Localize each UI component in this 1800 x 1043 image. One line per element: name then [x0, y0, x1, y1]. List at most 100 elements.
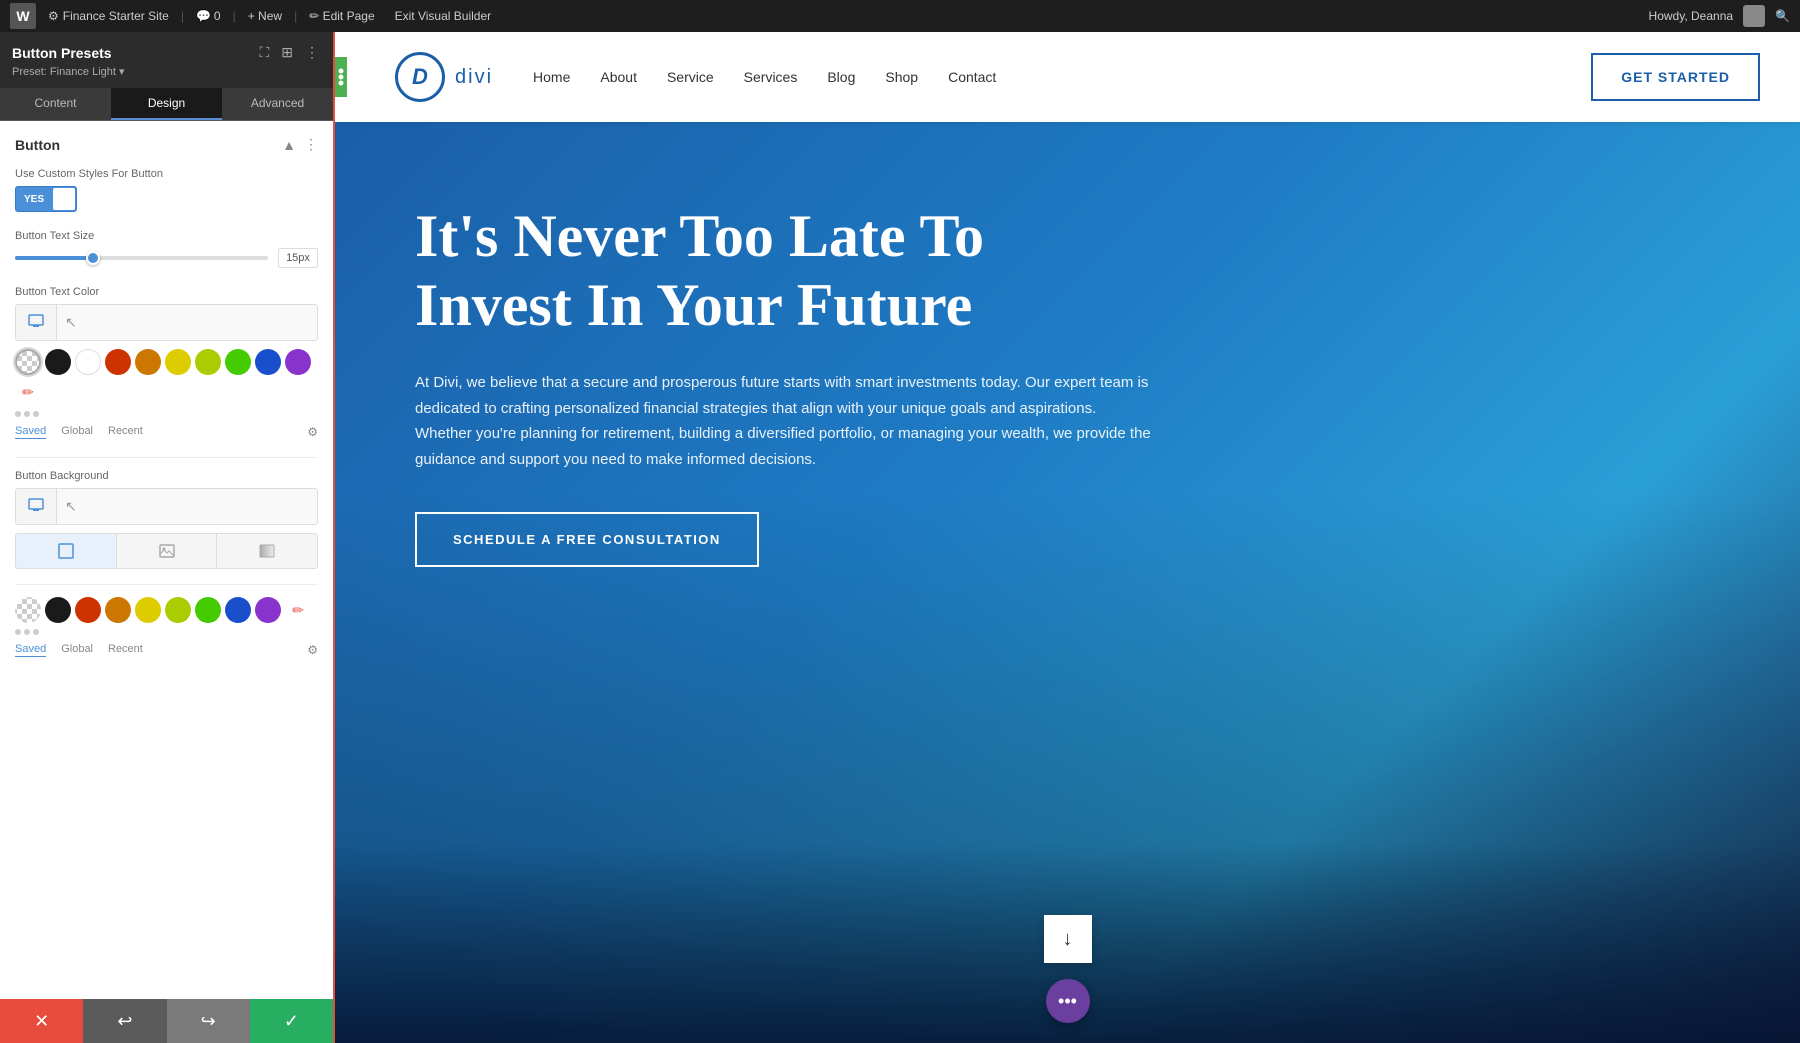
swatch-yellow1[interactable] [165, 349, 191, 375]
color-input-area[interactable]: ↖ [57, 305, 317, 340]
swatch-green[interactable] [225, 349, 251, 375]
nav-service[interactable]: Service [667, 69, 714, 85]
swatch-custom-pencil[interactable]: ✏ [15, 379, 41, 405]
bg-device-icon[interactable] [16, 489, 57, 524]
panel-header-icons: ⛶ ⊞ ⋮ [257, 42, 321, 63]
panel-grid-icon[interactable]: ⊞ [279, 42, 295, 63]
swatch2-red[interactable] [75, 597, 101, 623]
bg-input-area[interactable]: ↖ [57, 489, 317, 524]
swatch-purple[interactable] [285, 349, 311, 375]
bg-image-icon[interactable] [117, 534, 218, 568]
button-text-size-label: Button Text Size [15, 230, 318, 242]
nav-contact[interactable]: Contact [948, 69, 996, 85]
panel-menu-icon[interactable]: ⋮ [303, 42, 321, 63]
search-icon[interactable]: 🔍 [1775, 9, 1790, 23]
second-color-area: ✏ Saved Global Recent ⚙ [15, 597, 318, 657]
divider [15, 457, 318, 458]
color-tab-global[interactable]: Global [61, 425, 93, 439]
hero-cta-button[interactable]: SCHEDULE A FREE CONSULTATION [415, 512, 759, 567]
color-tab-saved[interactable]: Saved [15, 425, 46, 439]
swatch-red[interactable] [105, 349, 131, 375]
tab-design[interactable]: Design [111, 88, 222, 120]
nav-home[interactable]: Home [533, 69, 570, 85]
panel-subtitle[interactable]: Preset: Finance Light ▾ [12, 65, 321, 78]
cancel-button[interactable]: ✕ [0, 999, 83, 1043]
logo-letter: D [412, 64, 428, 90]
redo-button[interactable]: ↪ [167, 999, 250, 1043]
admin-site-link[interactable]: ⚙ Finance Starter Site [48, 9, 169, 23]
swatch2-transparent[interactable] [15, 597, 41, 623]
swatch-blue[interactable] [255, 349, 281, 375]
color-preview-row: ↖ [15, 304, 318, 341]
color-settings-icon[interactable]: ⚙ [307, 425, 318, 439]
site-nav-links: Home About Service Services Blog Shop Co… [533, 69, 1591, 85]
section-collapse-icon[interactable]: ▲ [282, 137, 296, 153]
color-dots [15, 411, 318, 417]
color-tab-global-bottom[interactable]: Global [61, 643, 93, 657]
hero-content: It's Never Too Late To Invest In Your Fu… [335, 122, 1235, 627]
nav-about[interactable]: About [600, 69, 637, 85]
user-avatar [1743, 5, 1765, 27]
panel-tabs: Content Design Advanced [0, 88, 333, 121]
swatch2-yellow1[interactable] [135, 597, 161, 623]
swatch2-purple[interactable] [255, 597, 281, 623]
text-size-slider-track[interactable] [15, 256, 268, 260]
undo-button[interactable]: ↩ [83, 999, 166, 1043]
new-post-link[interactable]: + New [248, 9, 282, 23]
button-text-color-section: Button Text Color ↖ [15, 286, 318, 439]
nav-cta-button[interactable]: GET STARTED [1591, 53, 1760, 101]
custom-styles-toggle[interactable]: YES [15, 186, 77, 212]
nav-services[interactable]: Services [744, 69, 798, 85]
nav-blog[interactable]: Blog [827, 69, 855, 85]
wp-logo-icon[interactable]: W [10, 3, 36, 29]
color-tabs-row-bottom: Saved Global Recent ⚙ [15, 643, 318, 657]
swatch2-yellow2[interactable] [165, 597, 191, 623]
section-more-icon[interactable]: ⋮ [304, 136, 318, 153]
tab-advanced[interactable]: Advanced [222, 88, 333, 120]
hero-section: It's Never Too Late To Invest In Your Fu… [335, 122, 1800, 1043]
panel-footer: ✕ ↩ ↪ ✓ [0, 999, 333, 1043]
swatch2-orange[interactable] [105, 597, 131, 623]
nav-shop[interactable]: Shop [885, 69, 918, 85]
swatch2-black[interactable] [45, 597, 71, 623]
color-tab-recent-bottom[interactable]: Recent [108, 643, 143, 657]
tab-content[interactable]: Content [0, 88, 111, 120]
color-tab-saved-bottom[interactable]: Saved [15, 643, 46, 657]
swatch-white[interactable] [75, 349, 101, 375]
scroll-down-button[interactable]: ↓ [1044, 915, 1092, 963]
divider2 [15, 584, 318, 585]
button-background-section: Button Background ↖ [15, 470, 318, 569]
panel-fullscreen-icon[interactable]: ⛶ [257, 42, 271, 63]
bg-gradient-icon[interactable] [217, 534, 317, 568]
site-preview: D divi Home About Service Services Blog … [335, 32, 1800, 1043]
color-cursor-icon: ↖ [65, 314, 77, 331]
color-device-icon[interactable] [16, 305, 57, 340]
vb-handle[interactable] [335, 57, 347, 97]
bg-flat-icon[interactable] [16, 534, 117, 568]
finance-icon: ⚙ [48, 9, 59, 23]
button-text-size-field: Button Text Size 15px [15, 230, 318, 268]
fab-button[interactable]: ••• [1046, 979, 1090, 1023]
swatch-transparent[interactable] [15, 349, 41, 375]
swatch-yellow2[interactable] [195, 349, 221, 375]
color-settings-icon-bottom[interactable]: ⚙ [307, 643, 318, 657]
swatch2-custom-pencil[interactable]: ✏ [285, 597, 311, 623]
comment-icon: 💬 [196, 9, 211, 23]
hero-title: It's Never Too Late To Invest In Your Fu… [415, 202, 1155, 340]
swatch-black[interactable] [45, 349, 71, 375]
toggle-yes-label: YES [16, 190, 52, 209]
bg-cursor-icon: ↖ [65, 498, 77, 515]
exit-builder-link[interactable]: Exit Visual Builder [395, 9, 492, 23]
site-nav: D divi Home About Service Services Blog … [335, 32, 1800, 122]
custom-styles-label: Use Custom Styles For Button [15, 168, 318, 180]
swatch2-blue[interactable] [225, 597, 251, 623]
color-tab-recent[interactable]: Recent [108, 425, 143, 439]
text-size-value[interactable]: 15px [278, 248, 318, 268]
edit-page-link[interactable]: ✏ Edit Page [309, 9, 374, 23]
swatch2-green[interactable] [195, 597, 221, 623]
color-swatches-top: ✏ [15, 349, 318, 405]
comment-count[interactable]: 💬 0 [196, 9, 221, 23]
swatch-orange[interactable] [135, 349, 161, 375]
save-button[interactable]: ✓ [250, 999, 333, 1043]
site-name-label: Finance Starter Site [63, 9, 169, 23]
